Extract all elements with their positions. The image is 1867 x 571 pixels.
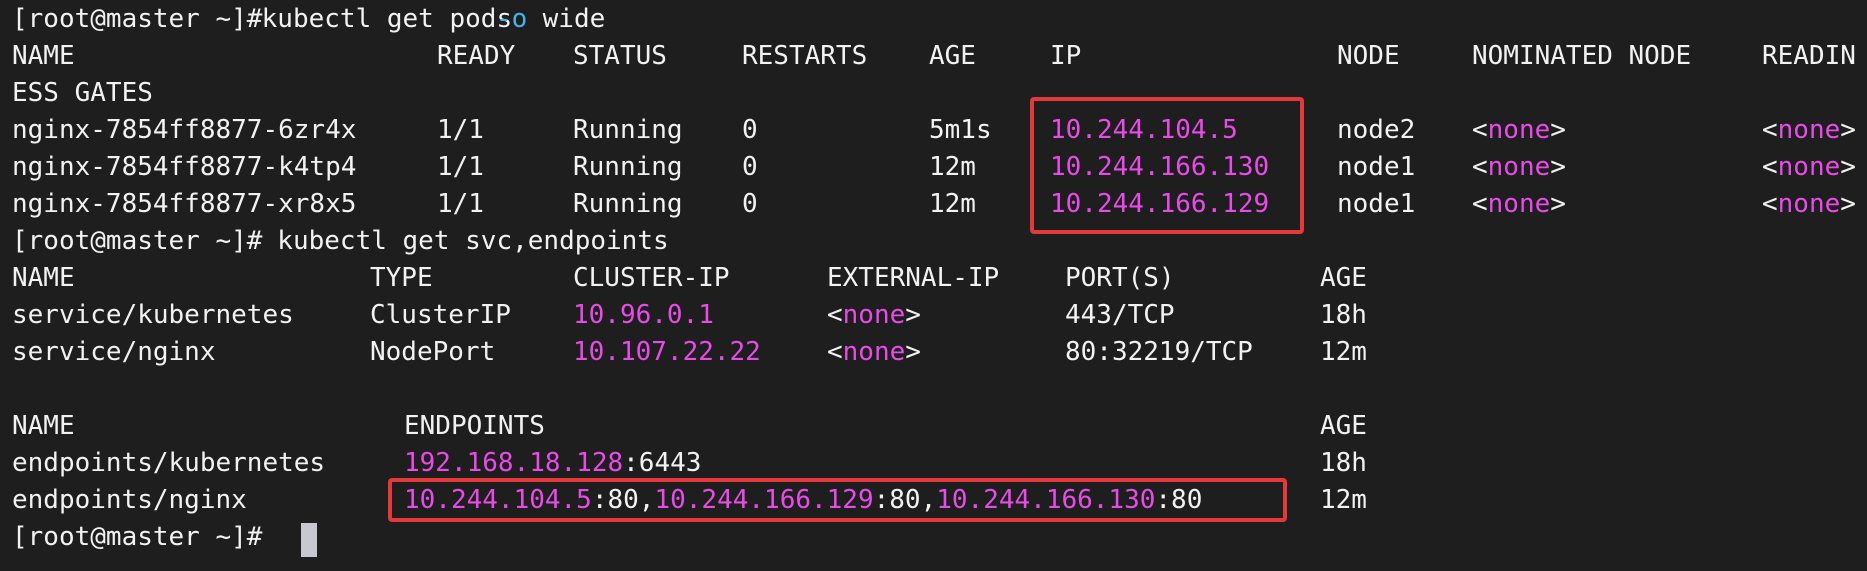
shell-prompt: [root@master ~]#: [12, 522, 263, 552]
svc-ports: 80:32219/TCP: [1065, 337, 1253, 367]
endpoints-highlight-box: [388, 478, 1287, 522]
column-header: CLUSTER-IP: [573, 263, 730, 293]
column-header: AGE: [929, 41, 976, 71]
ep-ip: 192.168.18.128: [404, 448, 624, 478]
pod-readiness-gates: <none>: [1762, 152, 1856, 182]
table-row: nginx-7854ff8877-k4tp4 1/1 Running 0 12m…: [12, 149, 1856, 186]
pod-node: node2: [1337, 115, 1416, 145]
ep-table-header: NAME ENDPOINTS AGE: [12, 408, 1367, 445]
terminal-window[interactable]: [root@master ~]# kubectl get pods -o wid…: [0, 0, 1867, 571]
svc-type: ClusterIP: [370, 300, 511, 330]
pod-status: Running: [573, 115, 683, 145]
svc-type: NodePort: [370, 337, 496, 367]
pod-readiness-gates: <none>: [1762, 189, 1856, 219]
pod-ready: 1/1: [437, 189, 484, 219]
pod-name: nginx-7854ff8877-xr8x5: [12, 189, 357, 219]
command-line-get-svc: [root@master ~]# kubectl get svc,endpoin…: [12, 223, 669, 260]
text-cursor: [301, 523, 317, 557]
table-row: nginx-7854ff8877-xr8x5 1/1 Running 0 12m…: [12, 186, 1856, 223]
pod-restarts: 0: [742, 189, 758, 219]
pod-readiness-gates: <none>: [1762, 115, 1856, 145]
shell-prompt: [root@master ~]#: [12, 4, 263, 34]
svc-external-ip: <none>: [827, 337, 921, 367]
pod-nominated-node: <none>: [1472, 189, 1566, 219]
column-header: NOMINATED NODE: [1472, 41, 1692, 71]
column-header: STATUS: [573, 41, 667, 71]
column-header: IP: [1050, 41, 1082, 71]
pod-node: node1: [1337, 152, 1416, 182]
pod-status: Running: [573, 152, 683, 182]
column-header-continuation: ESS GATES: [12, 78, 153, 108]
ep-addresses: 192.168.18.128:6443: [404, 445, 701, 482]
svc-age: 12m: [1320, 337, 1367, 367]
pod-ip-highlight-box: [1030, 97, 1304, 234]
command-line-get-pods: [root@master ~]# kubectl get pods -o wid…: [12, 1, 605, 38]
ep-name: endpoints/kubernetes: [12, 448, 326, 478]
column-header: RESTARTS: [742, 41, 868, 71]
pod-name: nginx-7854ff8877-6zr4x: [12, 115, 357, 145]
column-header: ENDPOINTS: [404, 411, 545, 441]
pod-ready: 1/1: [437, 152, 484, 182]
command-arg: wide: [527, 4, 606, 34]
command-text: kubectl get svc,endpoints: [246, 226, 669, 256]
ep-age: 12m: [1320, 485, 1367, 515]
pod-restarts: 0: [742, 152, 758, 182]
pod-ready: 1/1: [437, 115, 484, 145]
column-header: READY: [437, 41, 516, 71]
ep-name: endpoints/nginx: [12, 485, 247, 515]
pods-table-header: NAME READY STATUS RESTARTS AGE IP NODE N…: [12, 38, 1856, 75]
svc-table-header: NAME TYPE CLUSTER-IP EXTERNAL-IP PORT(S)…: [12, 260, 1367, 297]
pod-age: 5m1s: [929, 115, 992, 145]
column-header: EXTERNAL-IP: [827, 263, 1000, 293]
column-header: NAME: [12, 41, 75, 71]
ep-port: :6443: [623, 448, 702, 478]
table-row: service/nginx NodePort 10.107.22.22 <non…: [12, 334, 1367, 371]
table-row: endpoints/nginx 10.244.104.5:80,10.244.1…: [12, 482, 1367, 519]
svc-name: service/nginx: [12, 337, 216, 367]
svc-ports: 443/TCP: [1065, 300, 1175, 330]
pod-name: nginx-7854ff8877-k4tp4: [12, 152, 357, 182]
command-line-current[interactable]: [root@master ~]#: [12, 519, 317, 557]
column-header: NAME: [12, 411, 75, 441]
column-header: NAME: [12, 263, 75, 293]
svc-age: 18h: [1320, 300, 1367, 330]
column-header: AGE: [1320, 263, 1367, 293]
svc-cluster-ip: 10.96.0.1: [573, 300, 714, 330]
column-header: NODE: [1337, 41, 1400, 71]
ep-age: 18h: [1320, 448, 1367, 478]
command-text: kubectl get pods: [246, 4, 528, 34]
column-header: READIN: [1762, 41, 1856, 71]
command-flag: -o: [496, 4, 528, 34]
pod-age: 12m: [929, 152, 976, 182]
pod-age: 12m: [929, 189, 976, 219]
column-header: PORT(S): [1065, 263, 1175, 293]
pod-node: node1: [1337, 189, 1416, 219]
pod-nominated-node: <none>: [1472, 115, 1566, 145]
pods-table-header-wrap: ESS GATES: [12, 75, 153, 112]
shell-prompt: [root@master ~]#: [12, 226, 263, 256]
table-row: service/kubernetes ClusterIP 10.96.0.1 <…: [12, 297, 1367, 334]
svc-cluster-ip: 10.107.22.22: [573, 337, 761, 367]
pod-nominated-node: <none>: [1472, 152, 1566, 182]
svc-external-ip: <none>: [827, 300, 921, 330]
pod-restarts: 0: [742, 115, 758, 145]
column-header: TYPE: [370, 263, 433, 293]
pod-status: Running: [573, 189, 683, 219]
table-row: nginx-7854ff8877-6zr4x 1/1 Running 0 5m1…: [12, 112, 1856, 149]
column-header: AGE: [1320, 411, 1367, 441]
table-row: endpoints/kubernetes 192.168.18.128:6443…: [12, 445, 1367, 482]
svc-name: service/kubernetes: [12, 300, 294, 330]
